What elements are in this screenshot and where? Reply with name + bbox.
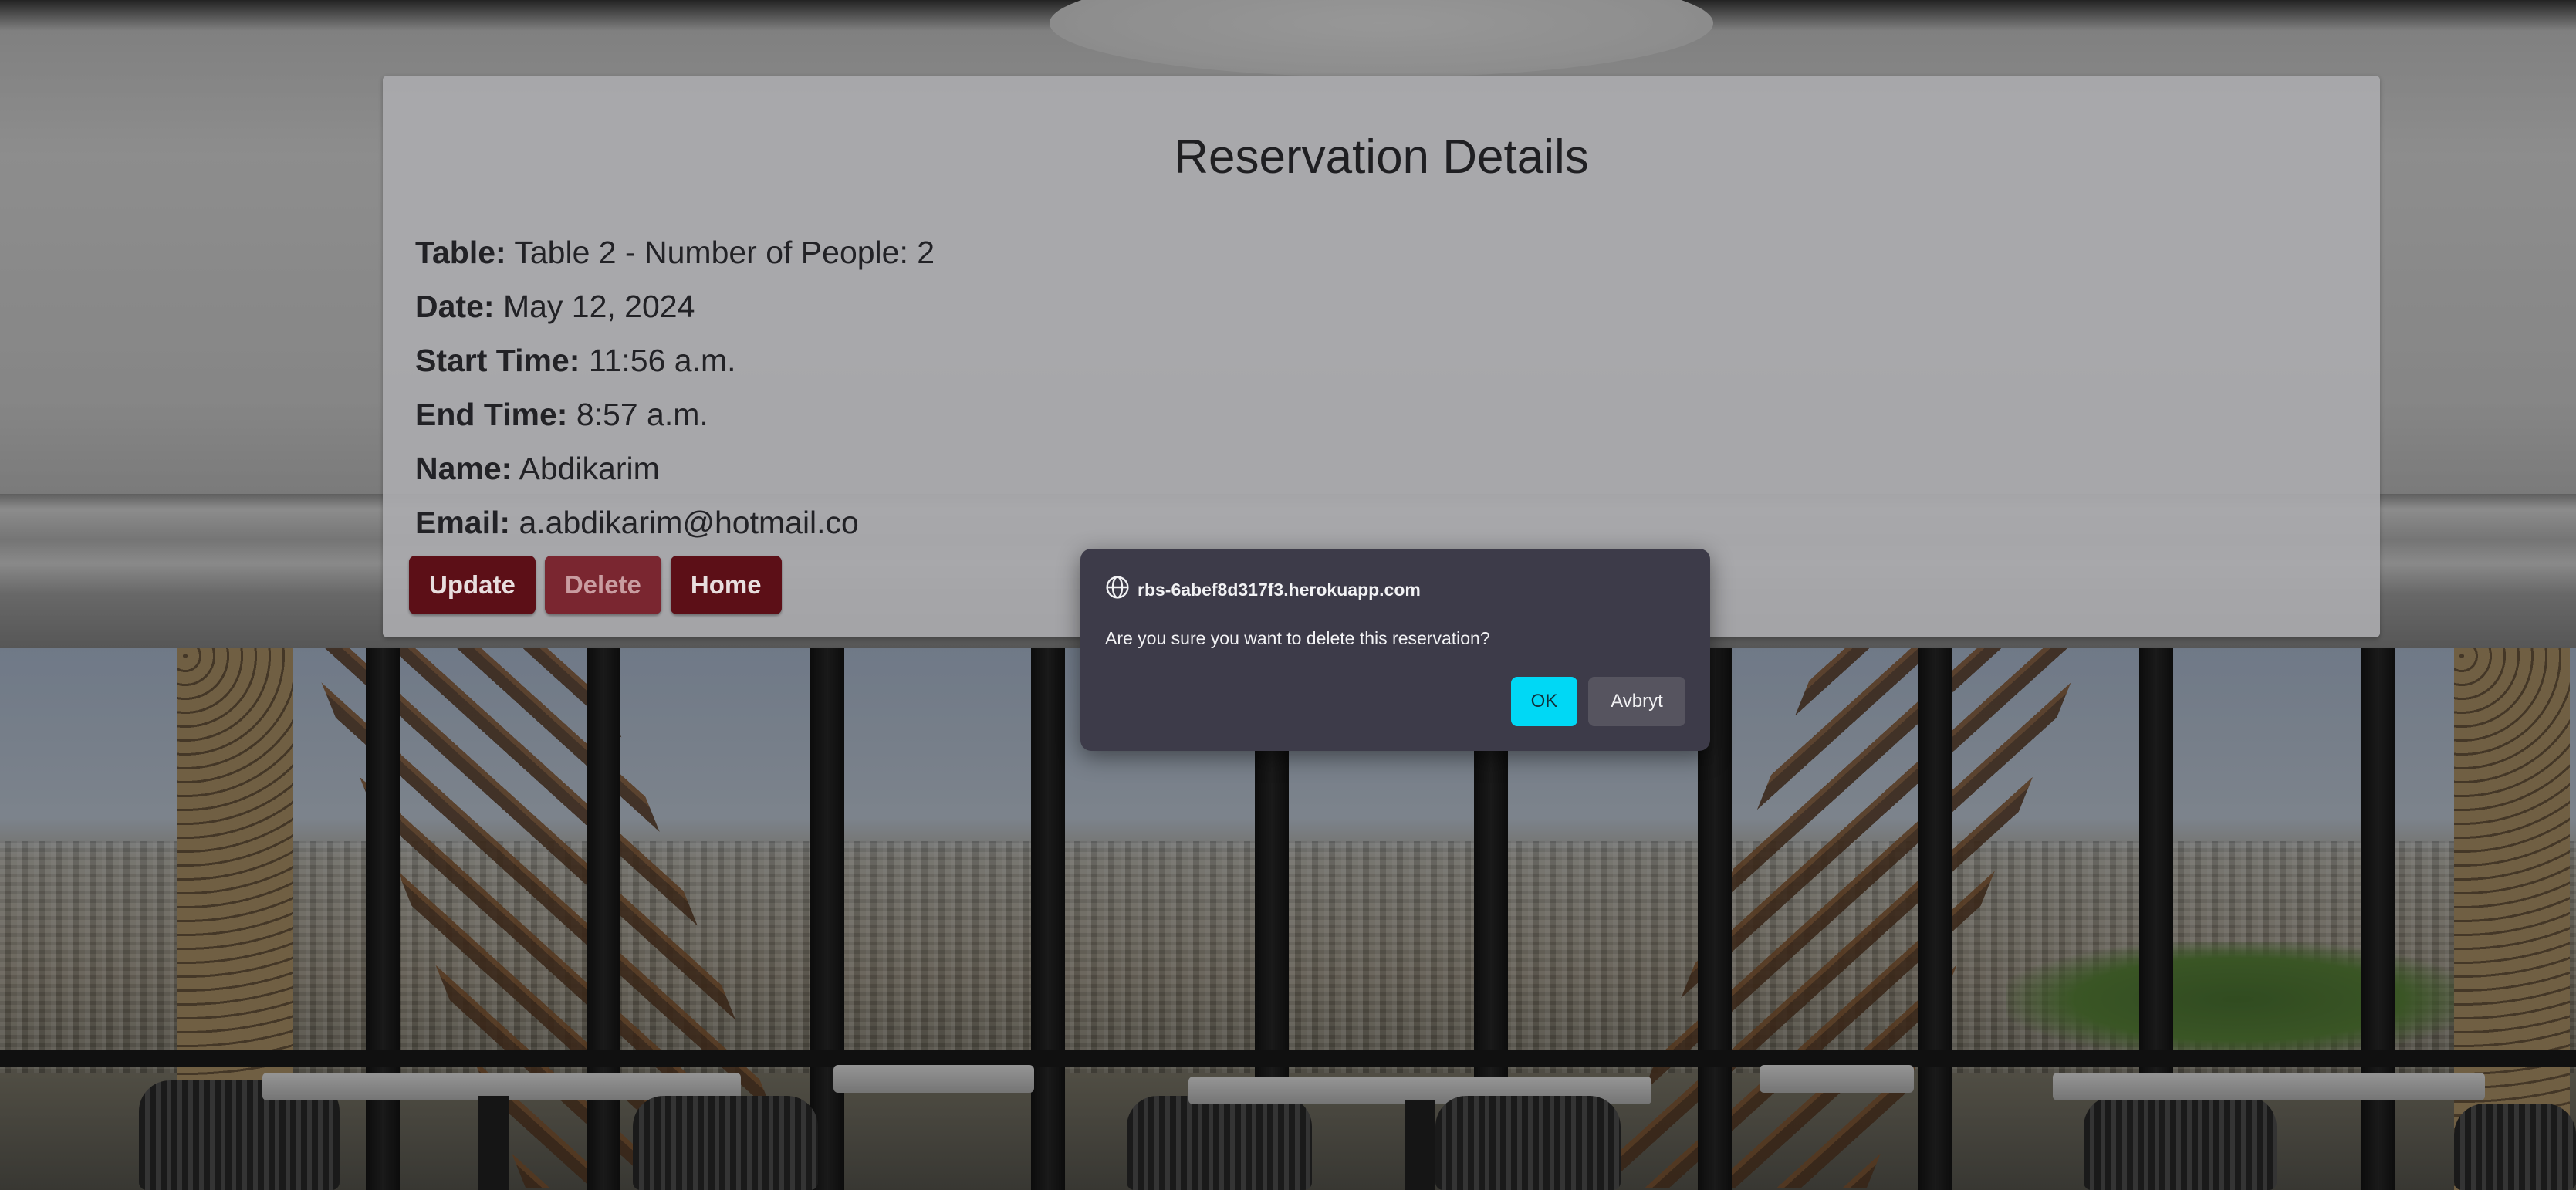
globe-icon xyxy=(1105,575,1130,604)
detail-label: Start Time: xyxy=(415,343,580,378)
detail-end-time: End Time: 8:57 a.m. xyxy=(415,397,708,433)
detail-label: End Time: xyxy=(415,397,568,432)
detail-value: Abdikarim xyxy=(519,451,660,486)
detail-table: Table: Table 2 - Number of People: 2 xyxy=(415,235,935,271)
detail-name: Name: Abdikarim xyxy=(415,451,660,487)
detail-label: Date: xyxy=(415,289,495,324)
dialog-message: Are you sure you want to delete this res… xyxy=(1105,628,1490,648)
detail-label: Name: xyxy=(415,451,512,486)
dialog-cancel-button[interactable]: Avbryt xyxy=(1588,677,1685,726)
page-title: Reservation Details xyxy=(1174,130,1589,184)
dialog-origin-text: rbs-6abef8d317f3.herokuapp.com xyxy=(1138,579,1421,600)
dialog-actions: OK Avbryt xyxy=(1511,677,1685,726)
delete-button[interactable]: Delete xyxy=(544,556,661,614)
detail-label: Table: xyxy=(415,235,506,270)
detail-value: 8:57 a.m. xyxy=(576,397,708,432)
detail-label: Email: xyxy=(415,505,511,540)
home-button[interactable]: Home xyxy=(670,556,782,614)
dialog-ok-button[interactable]: OK xyxy=(1511,677,1577,726)
detail-value: a.abdikarim@hotmail.co xyxy=(519,505,859,540)
detail-start-time: Start Time: 11:56 a.m. xyxy=(415,343,736,379)
detail-email: Email: a.abdikarim@hotmail.co xyxy=(415,505,859,541)
update-button[interactable]: Update xyxy=(409,556,536,614)
detail-value: 11:56 a.m. xyxy=(588,343,736,378)
dialog-origin: rbs-6abef8d317f3.herokuapp.com xyxy=(1105,575,1421,604)
reservation-actions: Update Delete Home xyxy=(409,556,782,614)
detail-date: Date: May 12, 2024 xyxy=(415,289,695,325)
detail-value: May 12, 2024 xyxy=(502,289,695,324)
confirm-dialog: rbs-6abef8d317f3.herokuapp.com Are you s… xyxy=(1080,549,1710,751)
detail-value: Table 2 - Number of People: 2 xyxy=(514,235,935,270)
